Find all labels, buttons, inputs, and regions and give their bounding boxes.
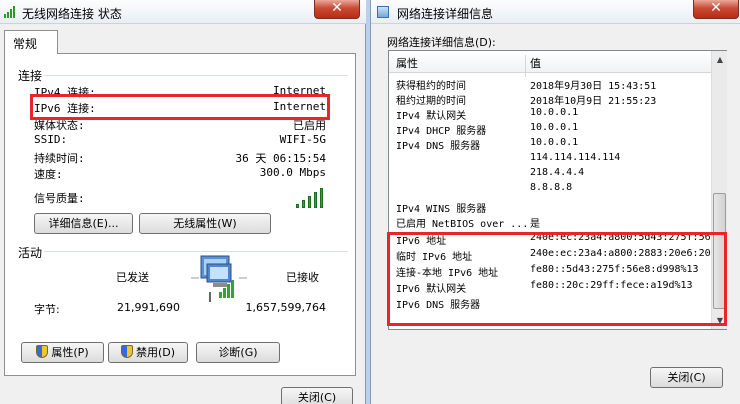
window-title: 网络连接详细信息	[397, 7, 494, 21]
list-item[interactable]: IPv4 DNS 服务器 10.0.0.1	[389, 136, 711, 151]
bytes-sent-value: 21,991,690	[117, 301, 180, 314]
signal-bar	[302, 200, 305, 208]
diagnose-button[interactable]: 诊断(G)	[196, 342, 280, 363]
column-divider[interactable]	[525, 55, 526, 77]
duration-row: 持续时间: 36 天 06:15:54	[34, 152, 326, 165]
list-item[interactable]: 已启用 NetBIOS over ... 是	[389, 214, 711, 229]
value-cell: 2018年10月9日 21:55:23	[530, 96, 657, 106]
signal-quality-row: 信号质量:	[34, 192, 85, 205]
wireless-signal-icon	[4, 5, 18, 19]
list-item[interactable]: IPv4 WINS 服务器	[389, 199, 711, 214]
list-item[interactable]: 114.114.114.114	[389, 151, 711, 166]
uac-shield-icon	[36, 345, 49, 358]
bytes-received-value: 1,657,599,764	[245, 301, 326, 314]
column-header-property[interactable]: 属性	[396, 55, 418, 71]
window-title: 无线网络连接 状态	[22, 7, 122, 21]
list-item[interactable]: 218.4.4.4	[389, 166, 711, 181]
property-cell: IPv4 默认网关	[396, 111, 467, 121]
list-header: 属性 值	[389, 51, 711, 77]
signal-bar	[296, 204, 299, 208]
signal-quality-icon	[296, 188, 326, 208]
list-item[interactable]: 获得租约的时间 2018年9月30日 15:43:51	[389, 76, 711, 91]
property-cell: IPv4 DHCP 服务器	[396, 126, 487, 136]
list-item[interactable]: 租约过期的时间 2018年10月9日 21:55:23	[389, 91, 711, 106]
value-cell: 10.0.0.1	[530, 107, 579, 118]
properties-button[interactable]: 属性(P)	[21, 342, 104, 363]
title-bar: 网络连接详细信息 ✕	[371, 0, 740, 24]
value-cell: 8.8.8.8	[530, 182, 573, 193]
connection-separator	[44, 75, 348, 76]
property-cell: 已启用 NetBIOS over ...	[396, 219, 529, 229]
list-item[interactable]: IPv4 DHCP 服务器 10.0.0.1	[389, 121, 711, 136]
ipv6-details-highlight	[387, 232, 727, 326]
details-button[interactable]: 详细信息(E)...	[34, 213, 133, 234]
sent-label: 已发送	[116, 271, 149, 284]
value-cell: 10.0.0.1	[530, 122, 579, 133]
property-cell: 租约过期的时间	[396, 96, 466, 106]
window-icon	[377, 6, 389, 18]
value-cell: 10.0.0.1	[530, 137, 579, 148]
disable-button[interactable]: 禁用(D)	[108, 342, 188, 363]
signal-bar	[320, 188, 323, 208]
property-cell: IPv4 WINS 服务器	[396, 204, 487, 214]
received-label: 已接收	[286, 271, 319, 284]
close-window-icon[interactable]: ✕	[693, 0, 739, 19]
list-item[interactable]: 8.8.8.8	[389, 181, 711, 196]
value-cell: 2018年9月30日 15:43:51	[530, 81, 657, 91]
details-list-label: 网络连接详细信息(D):	[387, 36, 496, 49]
tab-general[interactable]: 常规	[4, 30, 58, 54]
signal-bar	[308, 196, 311, 208]
wireless-properties-button[interactable]: 无线属性(W)	[139, 213, 271, 234]
property-cell: IPv4 DNS 服务器	[396, 141, 481, 151]
network-monitor-icon	[191, 255, 247, 302]
title-bar: 无线网络连接 状态 ✕	[0, 0, 366, 24]
value-cell: 114.114.114.114	[530, 152, 621, 163]
network-details-window: 网络连接详细信息 ✕ 网络连接详细信息(D): 属性 值 获得租约的时间 2018…	[370, 0, 740, 404]
ssid-row: SSID: WIFI-5G	[34, 133, 326, 146]
value-cell: 是	[530, 219, 540, 229]
close-button[interactable]: 关闭(C)	[281, 387, 353, 404]
bytes-label: 字节:	[34, 303, 60, 316]
uac-shield-icon	[120, 345, 133, 358]
column-header-value[interactable]: 值	[530, 55, 541, 71]
speed-row: 速度: 300.0 Mbps	[34, 166, 326, 181]
close-button[interactable]: 关闭(C)	[650, 367, 723, 388]
activity-section-title: 活动	[18, 246, 43, 260]
connection-section-title: 连接	[18, 69, 43, 83]
list-item[interactable]: IPv4 默认网关 10.0.0.1	[389, 106, 711, 121]
ipv6-connection-highlight	[30, 94, 330, 120]
close-window-icon[interactable]: ✕	[314, 0, 360, 19]
scroll-up-icon[interactable]: ▲	[712, 51, 728, 68]
wireless-status-window: 无线网络连接 状态 ✕ 常规 连接 IPv4 连接: Internet IPv6 …	[0, 0, 366, 404]
property-cell: 获得租约的时间	[396, 81, 466, 91]
value-cell: 218.4.4.4	[530, 167, 585, 178]
signal-bar	[314, 192, 317, 208]
